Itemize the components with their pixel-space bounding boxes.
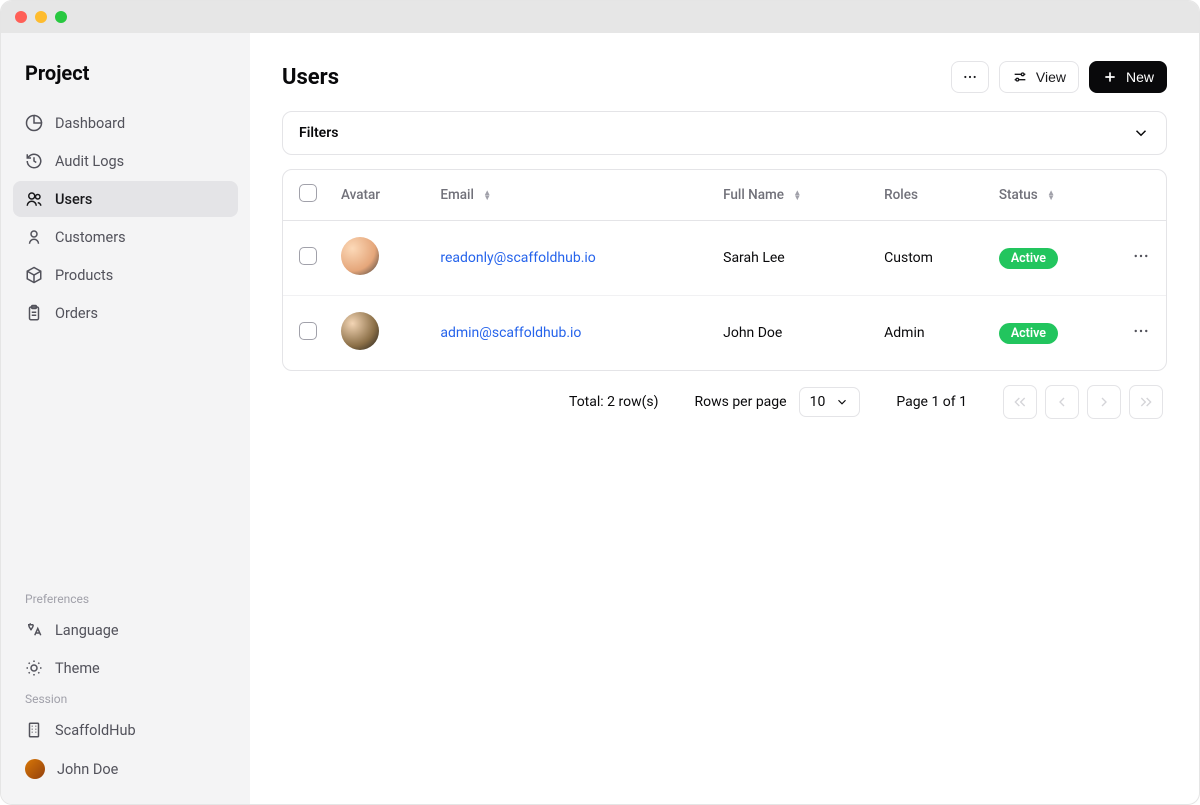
sidebar-item-label: Orders [55,305,98,322]
avatar [341,312,379,350]
sidebar: Project Dashboard Audit Logs [1,33,250,804]
page-indicator: Page 1 of 1 [896,394,967,410]
sidebar-item-label: Customers [55,229,126,246]
sidebar-item-users[interactable]: Users [13,181,238,217]
col-email[interactable]: Email ▲▼ [428,170,711,221]
pager [1003,385,1163,419]
filters-panel[interactable]: Filters [282,111,1167,155]
row-menu-button[interactable] [1132,328,1150,344]
main-nav: Dashboard Audit Logs Users [1,105,250,331]
sun-icon [25,659,43,677]
page-actions: View New [951,61,1167,93]
sort-icon: ▲▼ [1047,190,1055,200]
email-link[interactable]: admin@scaffoldhub.io [440,325,581,341]
sort-icon: ▲▼ [793,190,801,200]
rows-per-page-value: 10 [810,394,826,410]
view-button-label: View [1036,69,1066,85]
cell-roles: Custom [872,221,987,296]
window-titlebar [1,1,1199,33]
ellipsis-icon [962,69,978,85]
rows-per-page-label: Rows per page [694,394,786,410]
sidebar-item-theme[interactable]: Theme [13,650,238,686]
new-button[interactable]: New [1089,61,1167,93]
avatar-icon [25,759,45,779]
email-link[interactable]: readonly@scaffoldhub.io [440,250,595,266]
avatar [341,237,379,275]
translate-icon [25,621,43,639]
users-icon [25,190,43,208]
sidebar-item-label: Audit Logs [55,153,124,170]
main-content: Users View [250,33,1199,804]
preferences-nav: Language Theme [1,612,250,686]
sidebar-item-label: Dashboard [55,115,125,132]
cell-roles: Admin [872,296,987,371]
sidebar-item-workspace[interactable]: ScaffoldHub [13,712,238,748]
session-section-label: Session [1,686,250,712]
select-all-checkbox[interactable] [299,184,317,202]
window-close-dot[interactable] [15,11,27,23]
brand-title: Project [1,49,250,105]
preferences-section-label: Preferences [1,586,250,612]
cell-full-name: John Doe [711,296,872,371]
filters-label: Filters [299,125,338,141]
sidebar-item-customers[interactable]: Customers [13,219,238,255]
sidebar-item-label: ScaffoldHub [55,722,136,739]
page-title: Users [282,65,339,90]
last-page-button[interactable] [1129,385,1163,419]
sidebar-item-orders[interactable]: Orders [13,295,238,331]
row-checkbox[interactable] [299,322,317,340]
sidebar-item-label: Language [55,622,119,639]
row-checkbox[interactable] [299,247,317,265]
person-icon [25,228,43,246]
row-menu-button[interactable] [1132,253,1150,269]
status-badge: Active [999,323,1058,344]
chevron-down-icon [835,395,849,409]
sort-icon: ▲▼ [483,190,491,200]
more-actions-button[interactable] [951,61,989,93]
pie-chart-icon [25,114,43,132]
table-footer: Total: 2 row(s) Rows per page 10 Page 1 … [282,371,1167,419]
sidebar-item-label: Theme [55,660,100,677]
sidebar-item-label: John Doe [57,761,118,778]
table-row: admin@scaffoldhub.io John Doe Admin Acti… [283,296,1166,371]
plus-icon [1102,69,1118,85]
sidebar-item-current-user[interactable]: John Doe [13,750,238,788]
view-button[interactable]: View [999,61,1079,93]
next-page-button[interactable] [1087,385,1121,419]
chevron-down-icon [1132,124,1150,142]
prev-page-button[interactable] [1045,385,1079,419]
building-icon [25,721,43,739]
window-minimize-dot[interactable] [35,11,47,23]
first-page-button[interactable] [1003,385,1037,419]
history-icon [25,152,43,170]
table-row: readonly@scaffoldhub.io Sarah Lee Custom… [283,221,1166,296]
col-roles: Roles [872,170,987,221]
sidebar-item-dashboard[interactable]: Dashboard [13,105,238,141]
cell-full-name: Sarah Lee [711,221,872,296]
session-nav: ScaffoldHub John Doe [1,712,250,788]
col-status[interactable]: Status ▲▼ [987,170,1118,221]
new-button-label: New [1126,69,1154,85]
sidebar-item-products[interactable]: Products [13,257,238,293]
col-avatar: Avatar [329,170,428,221]
sidebar-item-audit-logs[interactable]: Audit Logs [13,143,238,179]
status-badge: Active [999,248,1058,269]
sidebar-item-label: Users [55,191,92,208]
col-full-name[interactable]: Full Name ▲▼ [711,170,872,221]
window-maximize-dot[interactable] [55,11,67,23]
users-table: Avatar Email ▲▼ Full Name ▲▼ Roles [282,169,1167,371]
rows-per-page-select[interactable]: 10 [799,387,861,417]
box-icon [25,266,43,284]
sliders-icon [1012,69,1028,85]
clipboard-icon [25,304,43,322]
total-count: Total: 2 row(s) [569,394,658,410]
sidebar-item-label: Products [55,267,113,284]
sidebar-item-language[interactable]: Language [13,612,238,648]
